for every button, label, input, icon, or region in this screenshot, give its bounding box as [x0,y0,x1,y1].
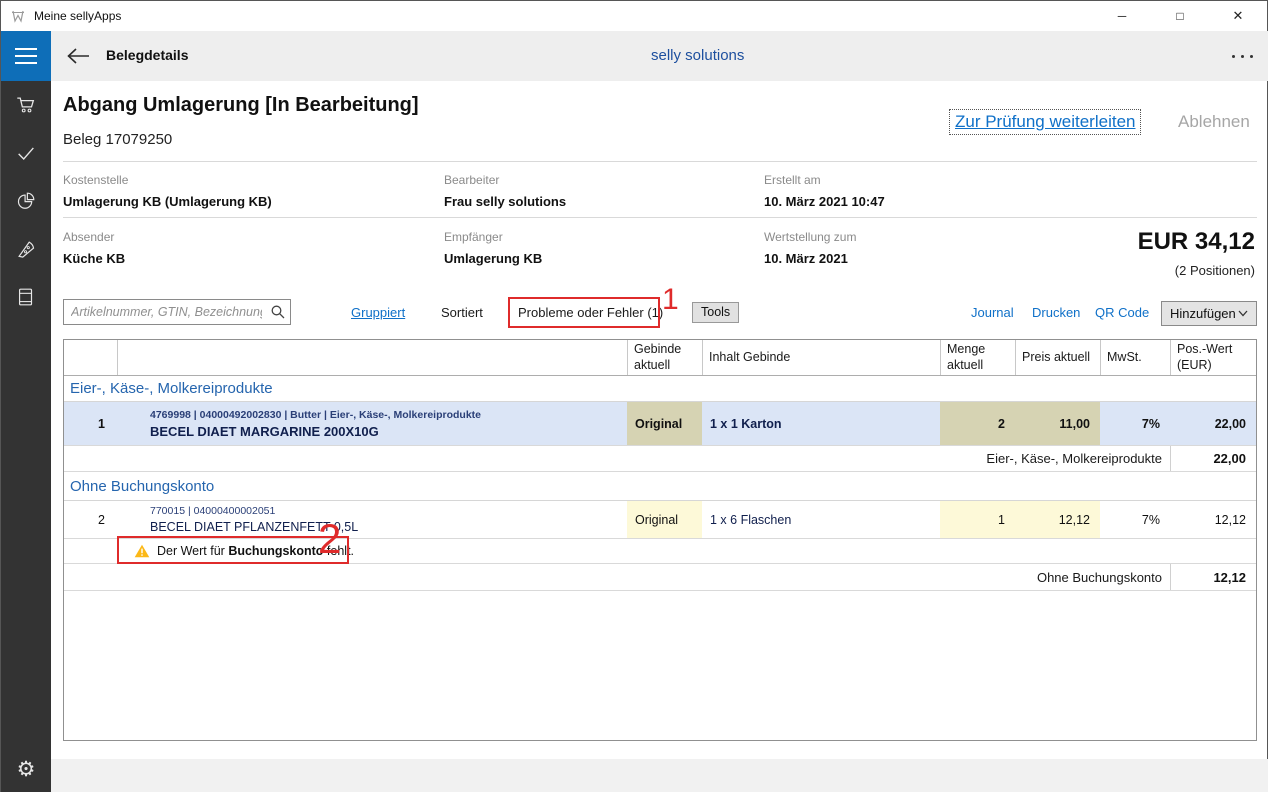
col-mwst[interactable]: MwSt. [1100,340,1170,376]
back-arrow-icon[interactable] [65,46,91,66]
group-header: Ohne Buchungskonto [64,472,1256,501]
mwst-cell: 7% [1141,416,1160,431]
field-empfaenger: Empfänger Umlagerung KB [444,230,543,266]
menge-cell[interactable]: 2 [940,402,1015,445]
hamburger-icon [15,48,37,50]
article-meta: 770015 | 04000400002051 [150,505,276,517]
article-cell: 4769998 | 04000492002830 | Butter | Eier… [117,402,627,445]
group-header: Eier-, Käse-, Molkereiprodukte [64,376,1256,402]
maximize-button[interactable]: □ [1151,1,1209,31]
window-controls: ─ □ ✕ [1093,1,1267,31]
sidebar: ⚙ [1,81,51,792]
sidebar-item-menu-plan[interactable] [1,229,51,269]
col-wert[interactable]: Pos.-Wert (EUR) [1170,340,1256,376]
table-empty-area [64,591,1256,740]
problems-filter[interactable]: Probleme oder Fehler (1) [518,305,663,320]
tools-button[interactable]: Tools [692,302,740,323]
close-button[interactable]: ✕ [1209,1,1267,31]
document-number: Beleg 17079250 [63,131,173,148]
table-header-row: Gebinde aktuell Inhalt Gebinde Menge akt… [64,340,1256,376]
divider [63,217,1257,218]
warning-message: Der Wert für Buchungskonto fehlt. [157,544,355,558]
table-row[interactable]: 1 4769998 | 04000492002830 | Butter | Ei… [64,402,1256,446]
app-header: Belegdetails selly solutions [51,31,1268,81]
sidebar-item-catalog[interactable] [1,277,51,317]
forward-for-review-button[interactable]: Zur Prüfung weiterleiten [949,109,1142,135]
article-name: BECEL DIAET MARGARINE 200X10G [150,423,379,439]
col-gebinde[interactable]: Gebinde aktuell [627,340,702,376]
field-erstellt-am: Erstellt am 10. März 2021 10:47 [764,173,885,209]
sidebar-item-reports[interactable] [1,181,51,221]
field-absender: Absender Küche KB [63,230,126,266]
sidebar-item-settings[interactable]: ⚙ [1,749,51,789]
wert-cell: 12,12 [1214,512,1246,527]
minimize-button[interactable]: ─ [1093,1,1151,31]
grouped-toggle[interactable]: Gruppiert [351,305,405,320]
wert-cell: 22,00 [1214,416,1246,431]
field-wertstellung: Wertstellung zum 10. März 2021 [764,230,857,266]
group-subtotal: Ohne Buchungskonto 12,12 [64,564,1256,591]
search-box [63,299,291,325]
document-title: Abgang Umlagerung [In Bearbeitung] [63,94,419,116]
divider [63,161,1257,162]
search-icon [271,305,285,319]
add-dropdown-button[interactable]: Hinzufügen [1161,301,1257,326]
article-cell: 770015 | 04000400002051 BECEL DIAET PFLA… [117,501,627,538]
row-number: 2 [98,512,105,527]
gear-icon: ⚙ [16,757,36,781]
chevron-down-icon [1238,310,1248,317]
validation-warning-row: Der Wert für Buchungskonto fehlt. [64,539,1256,564]
book-icon [18,288,33,306]
pie-chart-icon [17,192,35,209]
inhalt-cell[interactable]: 1 x 6 Flaschen [702,501,940,538]
brand-title: selly solutions [651,47,745,64]
preis-cell[interactable]: 11,00 [1015,402,1100,445]
reject-button[interactable]: Ablehnen [1178,112,1250,132]
more-options-icon[interactable] [1232,55,1253,58]
journal-link[interactable]: Journal [971,305,1014,320]
sidebar-item-cart[interactable] [1,85,51,125]
group-subtotal: Eier-, Käse-, Molkereiprodukte 22,00 [64,446,1256,472]
warning-icon [134,544,150,558]
check-icon [18,147,34,160]
field-kostenstelle: Kostenstelle Umlagerung KB (Umlagerung K… [63,173,272,209]
page-title: Belegdetails [106,47,189,63]
mwst-cell: 7% [1141,512,1160,527]
search-input[interactable] [64,305,266,319]
col-inhalt[interactable]: Inhalt Gebinde [702,340,940,376]
titlebar: Meine sellyApps ─ □ ✕ [1,1,1267,31]
qr-code-link[interactable]: QR Code [1095,305,1149,320]
total-amount: EUR 34,12 [1137,228,1255,255]
positions-table: Gebinde aktuell Inhalt Gebinde Menge akt… [63,339,1257,741]
app-logo-icon [12,10,24,23]
positions-count: (2 Positionen) [1174,263,1255,278]
annotation-marker-1: 1 [662,283,679,316]
cart-icon [17,97,35,113]
row-number: 1 [98,416,105,431]
window-title: Meine sellyApps [34,9,122,23]
footer-strip [51,759,1268,792]
table-row[interactable]: 2 770015 | 04000400002051 BECEL DIAET PF… [64,501,1256,539]
print-link[interactable]: Drucken [1032,305,1080,320]
article-meta: 4769998 | 04000492002830 | Butter | Eier… [150,408,481,421]
app-window: Meine sellyApps ─ □ ✕ Belegdetails selly… [0,0,1268,792]
menge-cell[interactable]: 1 [940,501,1015,538]
gebinde-cell[interactable]: Original [627,402,702,445]
col-preis[interactable]: Preis aktuell [1015,340,1100,376]
article-name: BECEL DIAET PFLANZENFETT 0,5L [150,520,359,534]
hamburger-menu-button[interactable] [1,31,51,81]
sorted-toggle[interactable]: Sortiert [441,305,483,320]
col-menge[interactable]: Menge aktuell [940,340,1015,376]
inhalt-cell[interactable]: 1 x 1 Karton [702,402,940,445]
sidebar-item-approvals[interactable] [1,133,51,173]
field-bearbeiter: Bearbeiter Frau selly solutions [444,173,567,209]
search-button[interactable] [266,304,290,320]
pizza-slice-icon [18,241,35,258]
gebinde-cell[interactable]: Original [627,501,702,538]
preis-cell[interactable]: 12,12 [1015,501,1100,538]
